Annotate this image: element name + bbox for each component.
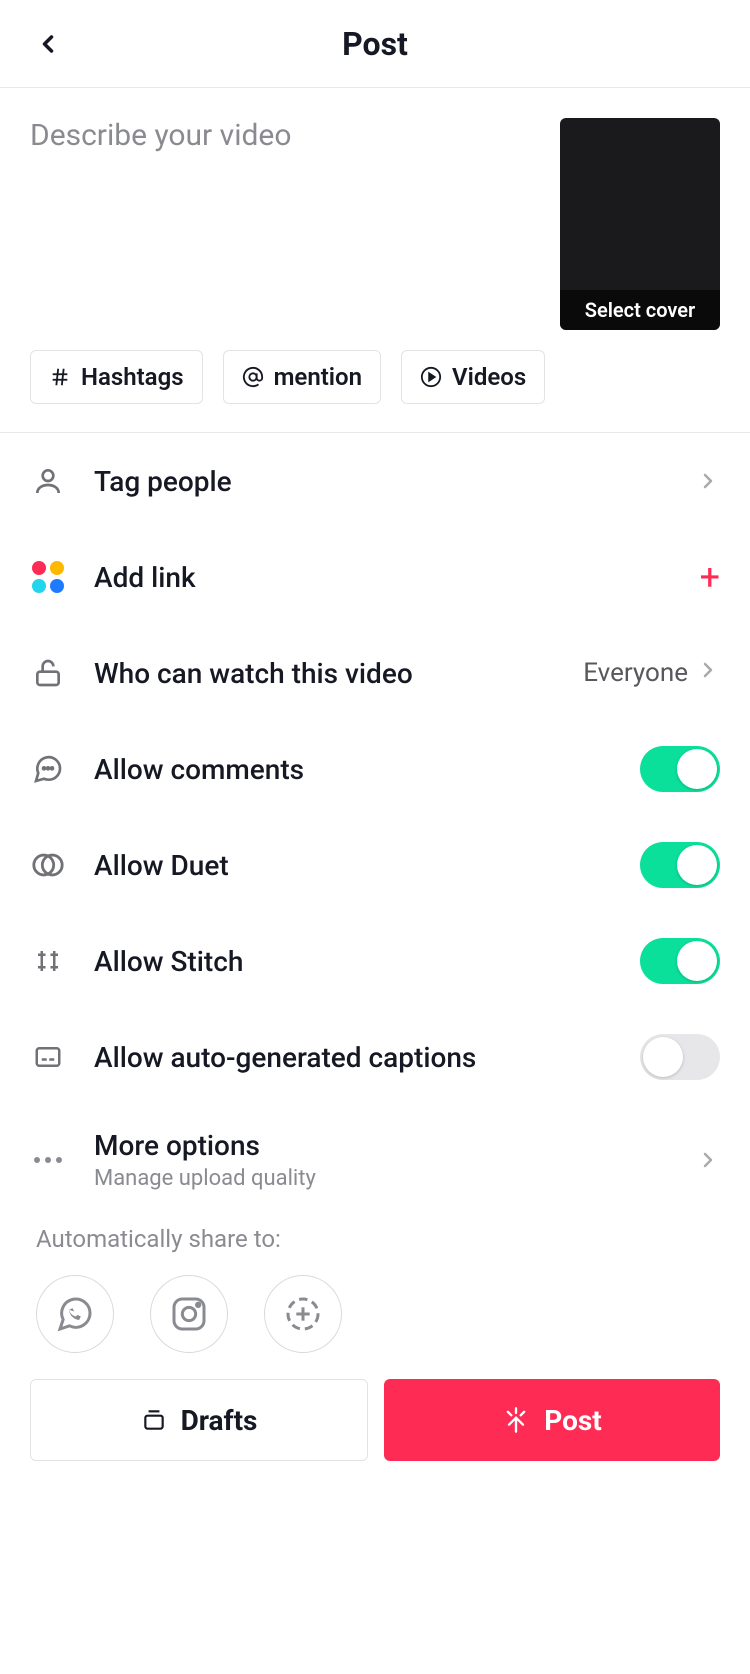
sparkle-icon (502, 1406, 530, 1434)
allow-comments-toggle[interactable] (640, 746, 720, 792)
lock-open-icon (30, 655, 66, 691)
chip-row: Hashtags mention Videos (0, 330, 750, 432)
duet-icon (30, 847, 66, 883)
allow-comments-label: Allow comments (94, 753, 612, 786)
chevron-right-icon (696, 658, 720, 689)
add-link-row[interactable]: Add link + (30, 529, 720, 625)
tag-people-label: Tag people (94, 465, 668, 498)
chevron-left-icon (34, 30, 62, 58)
play-circle-icon (420, 366, 442, 388)
comment-icon (30, 751, 66, 787)
share-instagram[interactable] (150, 1275, 228, 1353)
share-whatsapp[interactable] (36, 1275, 114, 1353)
plus-icon: + (700, 556, 720, 598)
drafts-button[interactable]: Drafts (30, 1379, 368, 1461)
bottom-bar: Drafts Post (0, 1353, 750, 1491)
more-options-row[interactable]: More options Manage upload quality (30, 1105, 720, 1215)
more-options-label: More options (94, 1129, 668, 1162)
more-options-sub: Manage upload quality (94, 1166, 668, 1191)
compose-area: Select cover (0, 88, 750, 330)
allow-captions-label: Allow auto-generated captions (94, 1041, 612, 1074)
hash-icon (49, 366, 71, 388)
cover-thumbnail[interactable]: Select cover (560, 118, 720, 330)
stitch-icon (30, 943, 66, 979)
captions-icon (30, 1039, 66, 1075)
privacy-value: Everyone (583, 658, 688, 688)
tag-people-row[interactable]: Tag people (30, 433, 720, 529)
header: Post (0, 0, 750, 88)
allow-stitch-row: Allow Stitch (30, 913, 720, 1009)
videos-chip-label: Videos (452, 363, 526, 391)
allow-stitch-label: Allow Stitch (94, 945, 612, 978)
hashtags-chip[interactable]: Hashtags (30, 350, 203, 404)
allow-duet-row: Allow Duet (30, 817, 720, 913)
share-label: Automatically share to: (36, 1225, 714, 1253)
select-cover-label: Select cover (560, 290, 720, 330)
allow-duet-toggle[interactable] (640, 842, 720, 888)
four-dots-icon (30, 559, 66, 595)
drafts-button-label: Drafts (181, 1404, 258, 1437)
hashtags-chip-label: Hashtags (81, 363, 184, 391)
privacy-row[interactable]: Who can watch this video Everyone (30, 625, 720, 721)
allow-captions-row: Allow auto-generated captions (30, 1009, 720, 1105)
post-button-label: Post (544, 1404, 602, 1437)
add-story-icon (283, 1294, 323, 1334)
back-button[interactable] (28, 24, 68, 64)
allow-duet-label: Allow Duet (94, 849, 612, 882)
share-section: Automatically share to: (0, 1215, 750, 1353)
allow-captions-toggle[interactable] (640, 1034, 720, 1080)
drafts-icon (141, 1407, 167, 1433)
mention-chip-label: mention (274, 363, 362, 391)
instagram-icon (169, 1294, 209, 1334)
person-icon (30, 463, 66, 499)
add-link-label: Add link (94, 561, 672, 594)
mention-chip[interactable]: mention (223, 350, 381, 404)
caption-input[interactable] (30, 118, 540, 318)
chevron-right-icon (696, 1148, 720, 1172)
at-icon (242, 366, 264, 388)
whatsapp-icon (55, 1294, 95, 1334)
post-button[interactable]: Post (384, 1379, 720, 1461)
allow-stitch-toggle[interactable] (640, 938, 720, 984)
chevron-right-icon (696, 469, 720, 493)
allow-comments-row: Allow comments (30, 721, 720, 817)
more-icon (30, 1142, 66, 1178)
videos-chip[interactable]: Videos (401, 350, 545, 404)
page-title: Post (342, 25, 408, 63)
privacy-label: Who can watch this video (94, 657, 555, 690)
share-more[interactable] (264, 1275, 342, 1353)
